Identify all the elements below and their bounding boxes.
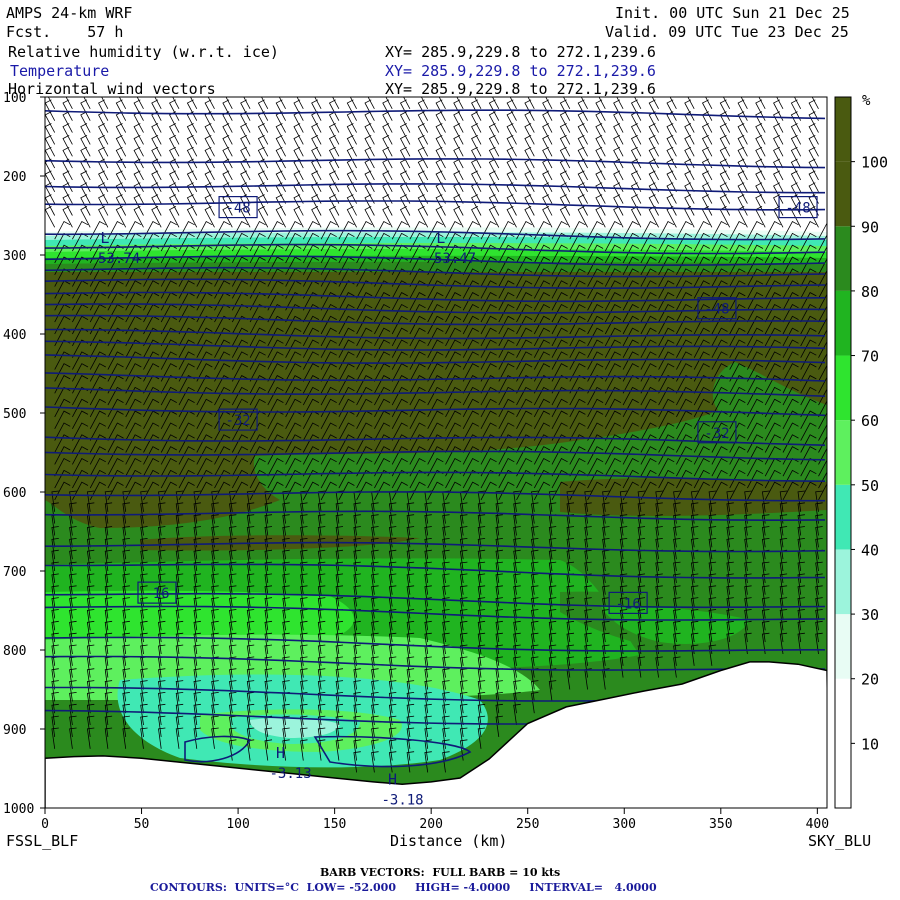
colorbar-swatch <box>835 290 851 356</box>
isotherm-label: -48 <box>704 302 729 318</box>
y-tick-label: 600 <box>3 486 26 501</box>
y-tick-label: 400 <box>3 328 26 343</box>
left-end-label: FSSL_BLF <box>6 832 78 850</box>
x-tick-label: 0 <box>41 817 49 832</box>
colorbar-swatch <box>835 614 851 679</box>
extremum-symbol: L <box>100 229 109 247</box>
extremum-symbol: H <box>388 770 397 788</box>
barb-legend: BARB VECTORS: FULL BARB = 10 kts <box>320 866 561 879</box>
x-tick-label: 300 <box>613 817 636 832</box>
y-tick-label: 1000 <box>3 802 34 817</box>
x-tick-label: 350 <box>709 817 732 832</box>
y-tick-label: 800 <box>3 644 26 659</box>
y-tick-label: 500 <box>3 407 26 422</box>
x-tick-label: 200 <box>419 817 442 832</box>
extremum-value: -53.74 <box>90 251 141 267</box>
colorbar-swatch <box>835 226 851 291</box>
extremum-value: -3.18 <box>381 792 423 808</box>
y-tick-label: 700 <box>3 565 26 580</box>
x-axis-label: Distance (km) <box>390 832 507 850</box>
extremum-value: -53.47 <box>426 251 477 267</box>
colorbar-tick-label: 10 <box>861 735 879 753</box>
contour-legend: CONTOURS: UNITS=°C LOW= -52.000 HIGH= -4… <box>150 881 657 894</box>
colorbar-tick-label: 30 <box>861 606 879 624</box>
colorbar-tick-label: 40 <box>861 541 879 559</box>
colorbar-tick-label: 50 <box>861 477 879 495</box>
cross-section-chart: -48 -48 -48 -32 -32 -16 -16 L -53.74 L -53.47 H -3.1… <box>3 91 888 850</box>
x-tick-label: 50 <box>134 817 150 832</box>
colorbar-unit: % <box>862 93 871 109</box>
colorbar-tick-label: 100 <box>861 154 888 172</box>
x-tick-label: 250 <box>516 817 539 832</box>
colorbar-tick-label: 20 <box>861 671 879 689</box>
isotherm-label: -16 <box>144 586 169 602</box>
colorbar: 10 20 30 40 50 60 70 80 90 100 <box>834 96 888 809</box>
y-tick-label: 300 <box>3 249 26 264</box>
extremum-value: -3.13 <box>269 766 311 782</box>
colorbar-swatch <box>835 420 851 485</box>
colorbar-swatch <box>835 355 851 421</box>
colorbar-tick-label: 70 <box>861 348 879 366</box>
x-tick-label: 150 <box>323 817 346 832</box>
extremum-symbol: H <box>276 744 285 762</box>
right-end-label: SKY_BLU <box>808 832 871 850</box>
extremum-symbol: L <box>436 229 445 247</box>
colorbar-tick-label: 80 <box>861 283 879 301</box>
colorbar-swatch <box>835 549 851 615</box>
isotherm-label: -16 <box>615 596 640 612</box>
y-tick-label: 900 <box>3 723 26 738</box>
colorbar-swatch <box>835 743 851 808</box>
colorbar-swatch <box>835 484 851 550</box>
colorbar-swatch <box>835 97 851 162</box>
colorbar-swatch <box>835 161 851 227</box>
isotherm-label: -32 <box>704 426 729 442</box>
colorbar-swatch <box>835 678 851 744</box>
colorbar-tick-label: 90 <box>861 218 879 236</box>
isotherm-label: -48 <box>225 201 250 217</box>
isotherm-label: -32 <box>225 413 250 429</box>
isotherm-label: -48 <box>785 201 810 217</box>
x-tick-label: 400 <box>806 817 829 832</box>
x-tick-label: 100 <box>226 817 249 832</box>
colorbar-tick-label: 60 <box>861 412 879 430</box>
y-tick-label: 100 <box>3 91 26 106</box>
y-tick-label: 200 <box>3 170 26 185</box>
